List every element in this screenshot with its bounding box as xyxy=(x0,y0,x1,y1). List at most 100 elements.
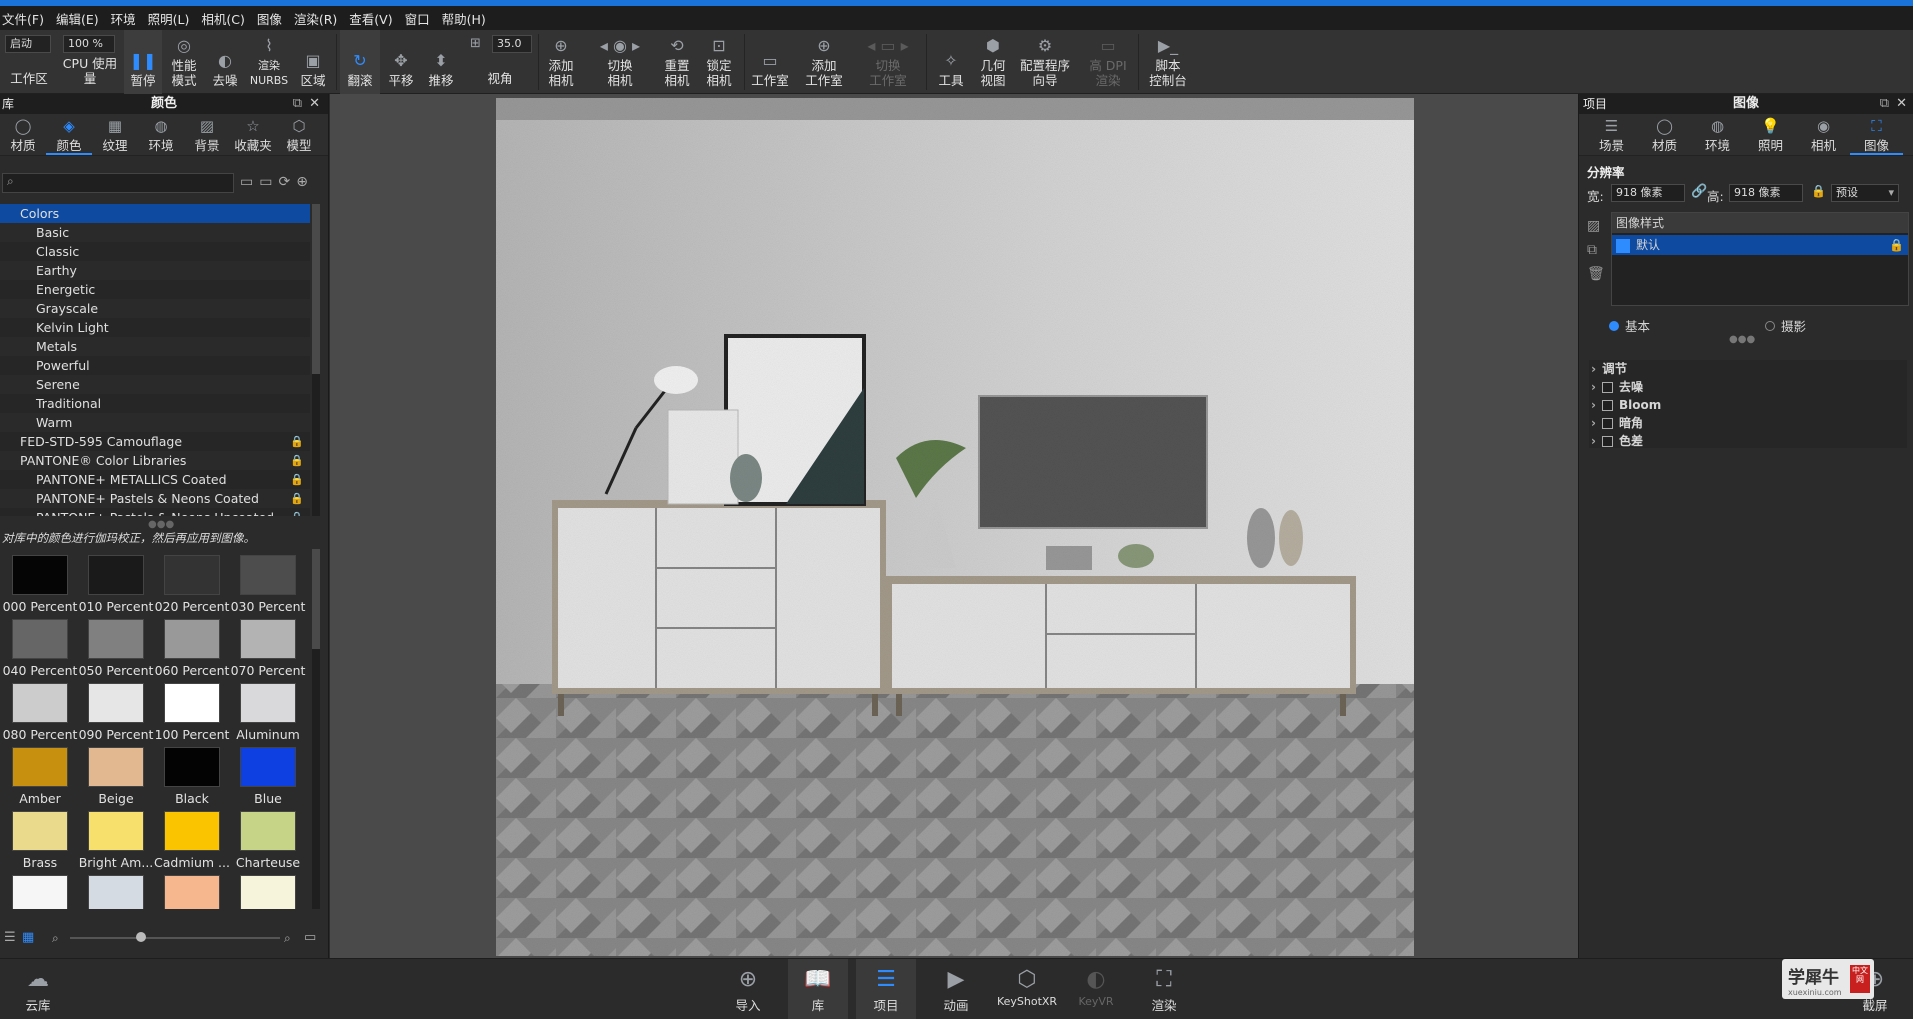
switch-studio-button[interactable]: ◂ ▭ ▸ 切换 工作室 xyxy=(858,30,918,94)
color-swatch[interactable]: 100 Percent xyxy=(154,683,230,742)
library-tree-item[interactable]: PANTONE+ Pastels & Neons Coated 🔒 xyxy=(0,489,310,508)
lock-icon[interactable]: 🔒 xyxy=(1811,184,1826,198)
library-tree-item[interactable]: Colors xyxy=(0,204,310,223)
menu-window[interactable]: 窗口 xyxy=(405,9,430,28)
color-swatch[interactable]: 050 Percent xyxy=(78,619,154,678)
height-input[interactable]: 918 像素 xyxy=(1729,184,1803,202)
render-nurbs-button[interactable]: ⌇ 渲染 NURBS xyxy=(246,30,292,94)
color-swatch[interactable]: Black xyxy=(154,747,230,806)
tab-models[interactable]: ⬡ 模型 xyxy=(276,114,322,155)
menu-help[interactable]: 帮助(H) xyxy=(442,9,486,28)
color-swatch[interactable]: Blue xyxy=(230,747,306,806)
edit-style-icon[interactable]: ▨ xyxy=(1587,214,1605,238)
tab-favorites[interactable]: ☆ 收藏夹 xyxy=(230,114,276,155)
library-tree-item[interactable]: Powerful xyxy=(0,356,310,375)
folder-add-icon[interactable]: ▭ xyxy=(259,174,278,190)
library-button[interactable]: 📖 库 xyxy=(788,959,848,1019)
folder-open-icon[interactable]: ▭ xyxy=(304,930,316,945)
import-button[interactable]: ⊕ 导入 xyxy=(718,959,778,1019)
swatch-scrollbar[interactable] xyxy=(312,549,320,909)
target-icon[interactable]: ⊕ xyxy=(296,174,314,190)
color-swatch[interactable] xyxy=(230,875,306,909)
menu-image[interactable]: 图像 xyxy=(257,9,282,28)
performance-mode-button[interactable]: ◎ 性能 模式 xyxy=(164,30,204,94)
mode-basic-radio[interactable]: 基本 xyxy=(1609,316,1650,335)
color-swatch[interactable]: 080 Percent xyxy=(2,683,78,742)
grid-view-icon[interactable]: ▦ xyxy=(22,930,34,945)
refresh-icon[interactable]: ⟳ xyxy=(278,174,296,190)
tab-backplates[interactable]: ▨ 背景 xyxy=(184,114,230,155)
list-view-icon[interactable]: ☰ xyxy=(4,930,16,945)
tab-lighting[interactable]: 💡 照明 xyxy=(1744,114,1797,155)
close-icon[interactable]: ✕ xyxy=(309,94,320,114)
lock-camera-button[interactable]: ⊡ 锁定 相机 xyxy=(700,30,738,94)
tab-textures[interactable]: ▦ 纹理 xyxy=(92,114,138,155)
studio-button[interactable]: ▭ 工作室 xyxy=(748,30,792,94)
pause-button[interactable]: ❚❚ 暂停 xyxy=(124,30,162,94)
tab-scene[interactable]: ☰ 场景 xyxy=(1585,114,1638,155)
menu-environment[interactable]: 环境 xyxy=(111,9,136,28)
trash-icon[interactable]: 🗑 xyxy=(1587,262,1605,286)
width-input[interactable]: 918 像素 xyxy=(1611,184,1685,202)
color-swatch[interactable] xyxy=(78,875,154,909)
tree-scrollbar[interactable] xyxy=(312,204,320,516)
tab-materials[interactable]: ◯ 材质 xyxy=(0,114,46,155)
library-tree-item[interactable]: PANTONE+ Pastels & Neons Uncoated🔒 xyxy=(0,508,310,516)
color-swatch[interactable]: Brass xyxy=(2,811,78,870)
denoise-button[interactable]: ◐ 去噪 xyxy=(206,30,244,94)
library-tree-item[interactable]: Traditional xyxy=(0,394,310,413)
add-studio-button[interactable]: ⊕ 添加 工作室 xyxy=(800,30,848,94)
library-tree-item[interactable]: Earthy xyxy=(0,261,310,280)
library-tree-item[interactable]: Metals xyxy=(0,337,310,356)
color-swatch[interactable]: Beige xyxy=(78,747,154,806)
chromatic-aberration-option[interactable]: › 色差 xyxy=(1589,432,1907,450)
render-button[interactable]: ⛶ 渲染 xyxy=(1134,959,1194,1019)
menu-edit[interactable]: 编辑(E) xyxy=(56,9,99,28)
float-icon[interactable]: ⧉ xyxy=(1880,94,1889,114)
close-icon[interactable]: ✕ xyxy=(1896,94,1907,114)
color-swatch[interactable]: 010 Percent xyxy=(78,555,154,614)
animation-button[interactable]: ▶ 动画 xyxy=(926,959,986,1019)
duplicate-style-icon[interactable]: ⧉ xyxy=(1587,238,1605,262)
color-swatch[interactable]: 090 Percent xyxy=(78,683,154,742)
color-swatch[interactable]: Amber xyxy=(2,747,78,806)
thumbnail-size-slider[interactable] xyxy=(70,937,280,939)
folder-icon[interactable]: ▭ xyxy=(240,174,259,190)
image-style-item-default[interactable]: 默认 🔒 xyxy=(1612,235,1908,255)
library-tree-item[interactable]: Energetic xyxy=(0,280,310,299)
region-button[interactable]: ▣ 区域 xyxy=(294,30,332,94)
keyvr-button[interactable]: ◐ KeyVR xyxy=(1066,959,1126,1019)
library-tree-item[interactable]: Classic xyxy=(0,242,310,261)
geometry-view-button[interactable]: ⬢ 几何 视图 xyxy=(974,30,1012,94)
library-tree-item[interactable]: Grayscale xyxy=(0,299,310,318)
color-swatch[interactable] xyxy=(154,875,230,909)
color-swatch[interactable]: 020 Percent xyxy=(154,555,230,614)
color-swatch[interactable]: 060 Percent xyxy=(154,619,230,678)
tab-camera[interactable]: ◉ 相机 xyxy=(1797,114,1850,155)
menu-render[interactable]: 渲染(R) xyxy=(294,9,337,28)
menu-camera[interactable]: 相机(C) xyxy=(201,9,244,28)
tab-material[interactable]: ◯ 材质 xyxy=(1638,114,1691,155)
library-tree-item[interactable]: PANTONE® Color Libraries 🔒 xyxy=(0,451,310,470)
color-swatch[interactable]: 070 Percent xyxy=(230,619,306,678)
preset-dropdown[interactable]: 预设 ▾ xyxy=(1831,184,1899,202)
tab-image[interactable]: ⛶ 图像 xyxy=(1850,114,1903,155)
bloom-option[interactable]: › Bloom xyxy=(1589,396,1907,414)
library-tree-item[interactable]: Warm xyxy=(0,413,310,432)
configurator-wizard-button[interactable]: ⚙ 配置程序 向导 xyxy=(1016,30,1074,94)
menu-view[interactable]: 查看(V) xyxy=(349,9,392,28)
cloud-library-button[interactable]: ☁ 云库 xyxy=(8,959,68,1019)
script-console-button[interactable]: ▶_ 脚本 控制台 xyxy=(1142,30,1194,94)
tools-button[interactable]: ✧ 工具 xyxy=(932,30,970,94)
library-tree-item[interactable]: Serene xyxy=(0,375,310,394)
project-button[interactable]: ☰ 项目 xyxy=(856,959,916,1019)
vignette-option[interactable]: › 暗角 xyxy=(1589,414,1907,432)
tumble-button[interactable]: ↻ 翻滚 xyxy=(340,30,380,94)
denoise-option[interactable]: › 去噪 xyxy=(1589,378,1907,396)
pan-button[interactable]: ✥ 平移 xyxy=(382,30,420,94)
menu-file[interactable]: 文件(F) xyxy=(2,9,44,28)
hidpi-render-button[interactable]: ▭ 高 DPI 渲染 xyxy=(1082,30,1134,94)
color-swatch[interactable]: 000 Percent xyxy=(2,555,78,614)
render-viewport[interactable] xyxy=(330,94,1578,958)
color-swatch[interactable]: Cadmium ... xyxy=(154,811,230,870)
